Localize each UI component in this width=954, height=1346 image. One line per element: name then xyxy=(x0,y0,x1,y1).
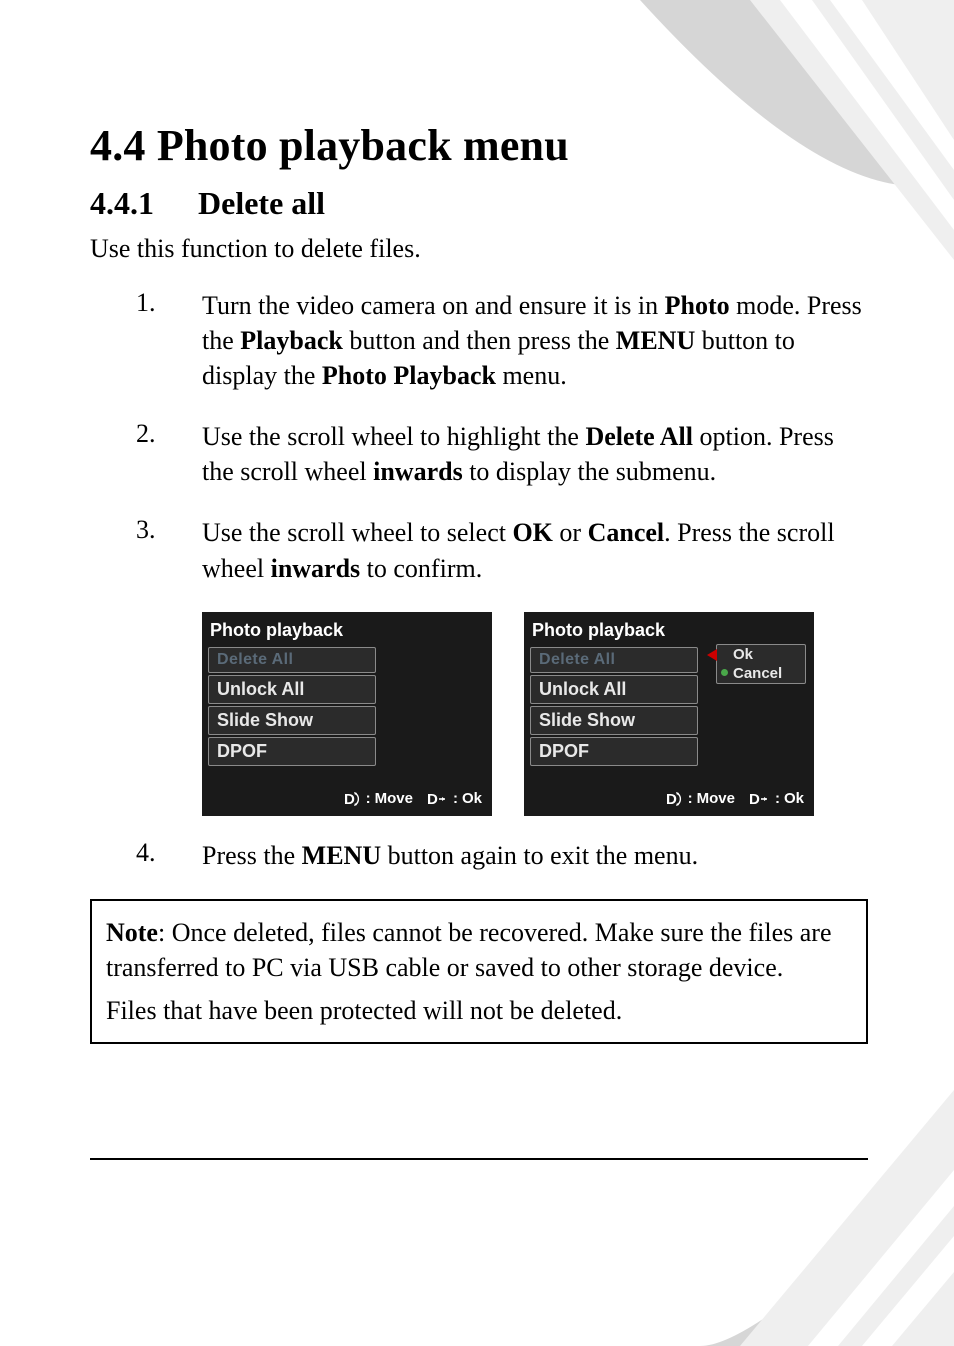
hint-ok: D :Ok xyxy=(749,790,804,808)
menu-item-unlock-all[interactable]: Unlock All xyxy=(530,675,698,704)
hint-move: D :Move xyxy=(344,790,413,808)
section-heading: 4.4 Photo playback menu xyxy=(90,120,868,171)
step-number: 2. xyxy=(136,419,202,489)
screen-title: Photo playback xyxy=(524,618,814,647)
step-1: 1. Turn the video camera on and ensure i… xyxy=(136,288,868,393)
section-title-text: Photo playback menu xyxy=(157,121,569,170)
camera-screen-menu: Photo playback Delete All Unlock All Sli… xyxy=(202,612,492,816)
footer-rule xyxy=(90,1158,868,1160)
screen-title: Photo playback xyxy=(202,618,492,647)
menu-item-dpof[interactable]: DPOF xyxy=(208,737,376,766)
subsection-title-text: Delete all xyxy=(198,185,325,221)
note-label: Note xyxy=(106,918,158,947)
note-text-2: Files that have been protected will not … xyxy=(106,993,856,1028)
svg-text:D: D xyxy=(749,791,760,808)
menu-item-slide-show[interactable]: Slide Show xyxy=(208,706,376,735)
step-4: 4. Press the MENU button again to exit t… xyxy=(136,838,868,873)
scroll-rotate-icon: D xyxy=(344,790,362,808)
step-text: Press the MENU button again to exit the … xyxy=(202,838,868,873)
step-text: Turn the video camera on and ensure it i… xyxy=(202,288,868,393)
step-text: Use the scroll wheel to highlight the De… xyxy=(202,419,868,489)
svg-text:D: D xyxy=(427,791,438,808)
svg-text:D: D xyxy=(344,791,355,808)
submenu-option-ok[interactable]: Ok xyxy=(717,645,805,664)
svg-text:D: D xyxy=(666,791,677,808)
menu-item-delete-all[interactable]: Delete All xyxy=(208,647,376,673)
step-3: 3. Use the scroll wheel to select OK or … xyxy=(136,515,868,585)
submenu-option-cancel[interactable]: Cancel xyxy=(717,664,805,683)
step-text: Use the scroll wheel to select OK or Can… xyxy=(202,515,868,585)
menu-item-dpof[interactable]: DPOF xyxy=(530,737,698,766)
step-number: 4. xyxy=(136,838,202,873)
menu-item-unlock-all[interactable]: Unlock All xyxy=(208,675,376,704)
note-text-1: : Once deleted, files cannot be recovere… xyxy=(106,918,832,982)
lead-paragraph: Use this function to delete files. xyxy=(90,234,868,264)
subsection-heading: 4.4.1 Delete all xyxy=(90,185,868,222)
hint-move: D :Move xyxy=(666,790,735,808)
scroll-press-icon: D xyxy=(427,790,449,808)
camera-screen-submenu: Photo playback Delete All Unlock All Sli… xyxy=(524,612,814,816)
scroll-press-icon: D xyxy=(749,790,771,808)
hint-ok: D :Ok xyxy=(427,790,482,808)
subsection-number: 4.4.1 xyxy=(90,185,190,222)
step-number: 3. xyxy=(136,515,202,585)
section-number: 4.4 xyxy=(90,121,146,170)
scroll-rotate-icon: D xyxy=(666,790,684,808)
submenu-pointer-icon xyxy=(707,649,717,661)
confirm-submenu: Ok Cancel xyxy=(716,644,806,684)
step-2: 2. Use the scroll wheel to highlight the… xyxy=(136,419,868,489)
menu-item-delete-all[interactable]: Delete All xyxy=(530,647,698,673)
step-number: 1. xyxy=(136,288,202,393)
screenshot-row: Photo playback Delete All Unlock All Sli… xyxy=(202,612,868,816)
note-box: Note: Once deleted, files cannot be reco… xyxy=(90,899,868,1044)
menu-item-slide-show[interactable]: Slide Show xyxy=(530,706,698,735)
